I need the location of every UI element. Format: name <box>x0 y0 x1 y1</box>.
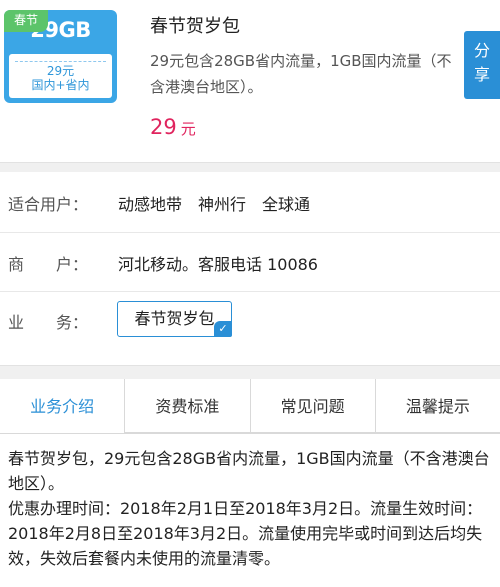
package-card: 29GB 29元 国内+省内 春节 <box>4 10 117 103</box>
card-dashed-line <box>15 61 106 62</box>
section-divider <box>0 365 500 379</box>
section-divider <box>0 162 500 172</box>
share-button-label: 分享 <box>473 41 490 84</box>
product-price: 29 元 <box>150 115 196 139</box>
users-label: 适合用户： <box>8 195 89 214</box>
info-row-business: 业 务： <box>0 291 500 351</box>
check-icon: ✓ <box>214 321 232 337</box>
merchant-value: 河北移动。客服电话 10086 <box>118 255 318 274</box>
share-button[interactable]: 分享 <box>464 31 500 99</box>
product-description: 29元包含28GB省内流量，1GB国内流量（不含港澳台地区）。 <box>150 52 452 96</box>
price-value: 29 <box>150 115 177 139</box>
product-header: 29GB 29元 国内+省内 春节 春节贺岁包 29元包含28GB省内流量，1G… <box>0 0 500 162</box>
spring-festival-tag: 春节 <box>4 10 48 32</box>
tab-tariff[interactable]: 资费标准 <box>124 379 250 433</box>
tab-business-intro[interactable]: 业务介绍 <box>0 379 125 433</box>
business-chip-label: 春节贺岁包 <box>134 309 215 328</box>
content-paragraph-period: 优惠办理时间：2018年2月1日至2018年3月2日。流量生效时间：2018年2… <box>8 499 483 568</box>
tab-faq[interactable]: 常见问题 <box>249 379 375 433</box>
info-row-users: 适合用户： 动感地带 神州行 全球通 <box>0 172 500 232</box>
business-option-chip[interactable]: 春节贺岁包 ✓ <box>117 301 232 337</box>
merchant-label: 商 户： <box>8 255 89 274</box>
tab-content: 春节贺岁包，29元包含28GB省内流量，1GB国内流量（不含港澳台地区）。 优惠… <box>8 446 494 571</box>
card-bottom: 29元 国内+省内 <box>9 54 112 98</box>
info-row-merchant: 商 户： 河北移动。客服电话 10086 <box>0 232 500 292</box>
tab-tips[interactable]: 温馨提示 <box>374 379 500 433</box>
content-paragraph-intro: 春节贺岁包，29元包含28GB省内流量，1GB国内流量（不含港澳台地区）。 <box>8 449 490 493</box>
detail-tabs: 业务介绍 资费标准 常见问题 温馨提示 <box>0 379 500 434</box>
card-scope: 国内+省内 <box>31 78 90 92</box>
card-price: 29元 <box>46 64 75 78</box>
users-value: 动感地带 神州行 全球通 <box>118 195 311 214</box>
product-title: 春节贺岁包 <box>150 16 240 37</box>
price-unit: 元 <box>180 120 196 138</box>
business-label: 业 务： <box>8 313 89 332</box>
